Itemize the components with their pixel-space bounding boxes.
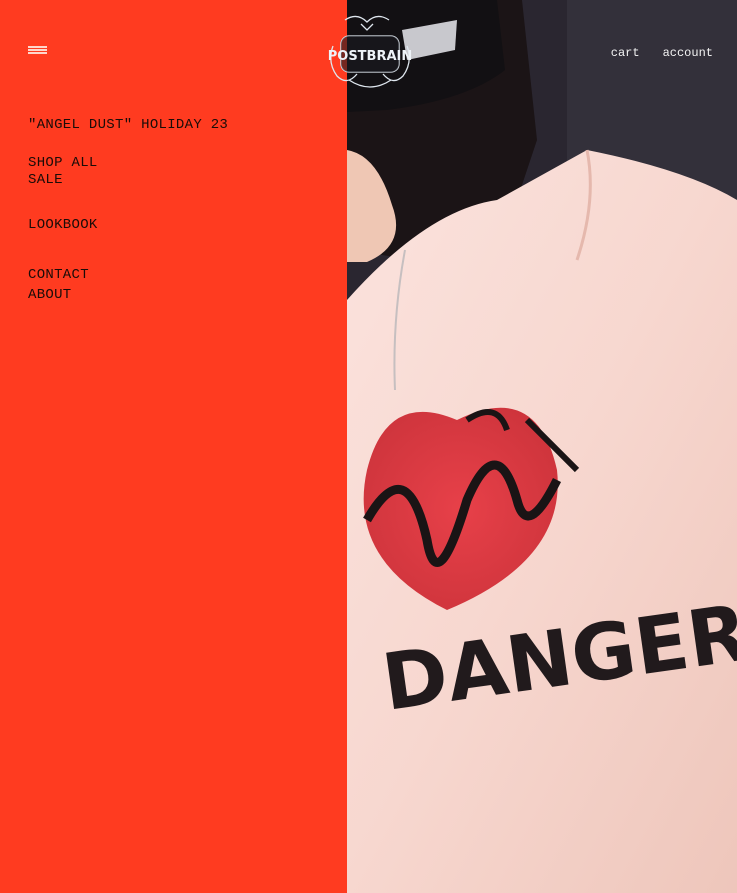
header-links: cart account <box>611 46 713 60</box>
menu-drawer: "ANGEL DUST" HOLIDAY 23 SHOP ALL SALE LO… <box>0 0 347 893</box>
nav-link-collection[interactable]: "ANGEL DUST" HOLIDAY 23 <box>28 117 228 134</box>
nav-link-sale[interactable]: SALE <box>28 172 98 189</box>
nav-link-shop-all[interactable]: SHOP ALL <box>28 155 98 172</box>
nav-link-about[interactable]: ABOUT <box>28 285 89 305</box>
nav-shop-group: SHOP ALL SALE <box>28 155 98 189</box>
winged-face-logo-icon: POSTBRAIN <box>328 15 413 88</box>
hamburger-menu-icon[interactable] <box>28 46 47 55</box>
cart-link[interactable]: cart <box>611 46 640 60</box>
nav-lookbook-group: LOOKBOOK <box>28 217 98 234</box>
logo-wordmark: POSTBRAIN <box>328 49 413 64</box>
nav-link-contact[interactable]: CONTACT <box>28 265 89 285</box>
hero-photo: DANGER <box>347 0 737 893</box>
nav-link-lookbook[interactable]: LOOKBOOK <box>28 217 98 234</box>
account-link[interactable]: account <box>663 46 713 60</box>
nav-info-group: CONTACT ABOUT <box>28 265 89 305</box>
brand-logo[interactable]: POSTBRAIN <box>327 14 413 88</box>
nav-collection-group: "ANGEL DUST" HOLIDAY 23 <box>28 117 228 134</box>
